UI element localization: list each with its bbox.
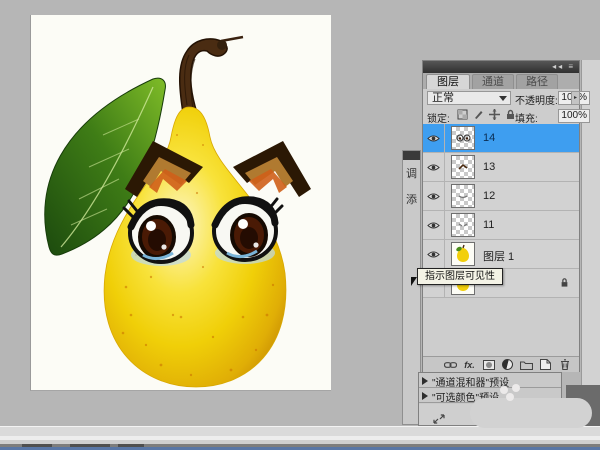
layer-visibility-toggle[interactable]: [423, 211, 445, 239]
layer-thumbnail[interactable]: [451, 126, 475, 150]
dock-tab-add[interactable]: 添: [403, 191, 420, 207]
tab-layers[interactable]: 图层: [426, 74, 470, 89]
dock-tab-adjust[interactable]: 调: [403, 165, 420, 181]
panel-header[interactable]: ◂◂ ≡: [423, 61, 579, 73]
preset-row-channel-mixer[interactable]: "通道混和器"预设: [419, 373, 561, 388]
fill-input[interactable]: 100%: [558, 109, 590, 123]
tooltip: 指示图层可见性: [417, 268, 503, 285]
layers-panel: ◂◂ ≡ 图层 通道 路径 正常 不透明度: 100% ▸ 锁定: 填充:: [422, 60, 580, 372]
switch-panel-view-icon[interactable]: [433, 414, 445, 424]
layer-thumbnail[interactable]: [451, 242, 475, 266]
photoshop-workspace: 调 添 ◂◂ ≡ 图层 通道 路径 正常 不透明度: 100% ▸ 锁定:: [0, 0, 600, 450]
eye-icon: [427, 192, 440, 201]
dock-header: [403, 151, 420, 160]
opacity-label: 不透明度:: [515, 92, 558, 107]
layer-visibility-toggle[interactable]: [423, 182, 445, 210]
eye-icon: [427, 163, 440, 172]
delete-layer-icon[interactable]: [558, 359, 571, 371]
panel-menu-icon[interactable]: ◂◂ ≡: [552, 62, 575, 71]
fill-value: 100%: [561, 110, 587, 121]
layer-style-icon[interactable]: fx.: [463, 359, 476, 371]
tab-paths[interactable]: 路径: [516, 74, 558, 89]
right-eyebrow: [233, 141, 311, 197]
lock-pixels-icon[interactable]: [473, 109, 484, 120]
adjustment-layer-icon[interactable]: [501, 359, 514, 371]
lock-transparency-icon[interactable]: [457, 109, 468, 120]
layer-row-tuceng1[interactable]: 图层 1: [423, 240, 579, 269]
layer-row-12[interactable]: 12: [423, 182, 579, 211]
highlight-blob: [470, 398, 592, 428]
tab-channels[interactable]: 通道: [472, 74, 514, 89]
pear-artwork: [31, 15, 331, 390]
layer-thumbnail[interactable]: [451, 184, 475, 208]
right-eye: [214, 199, 282, 264]
preset-label: "通道混和器"预设: [432, 374, 509, 389]
layer-visibility-toggle[interactable]: [423, 153, 445, 181]
background-lock-icon: [560, 277, 569, 288]
layer-visibility-toggle[interactable]: [423, 124, 445, 152]
layer-name[interactable]: 11: [483, 219, 494, 231]
layer-thumbnail[interactable]: [451, 155, 475, 179]
blend-mode-value: 正常: [432, 92, 454, 104]
layer-name[interactable]: 图层 1: [483, 248, 514, 264]
layer-mask-icon[interactable]: [482, 359, 495, 371]
layer-row-14[interactable]: 14: [423, 124, 579, 153]
layer-name[interactable]: 14: [483, 132, 495, 144]
lock-label: 锁定:: [427, 110, 450, 125]
stem: [180, 37, 243, 113]
layer-group-icon[interactable]: [520, 359, 533, 371]
highlight-dot: [506, 393, 514, 401]
eye-icon: [427, 134, 440, 143]
disclosure-triangle-icon[interactable]: [422, 377, 428, 385]
mouse-cursor: [411, 277, 417, 286]
layer-visibility-toggle[interactable]: [423, 240, 445, 268]
layer-name[interactable]: 12: [483, 190, 495, 202]
layers-panel-buttons: fx.: [423, 356, 579, 372]
lock-row: 锁定: 填充: 100%: [423, 107, 579, 125]
document-canvas[interactable]: [30, 15, 331, 391]
highlight-dot: [512, 384, 520, 392]
blend-options-row: 正常 不透明度: 100% ▸: [423, 89, 579, 107]
link-layers-icon[interactable]: [444, 359, 457, 371]
panel-tab-bar: 图层 通道 路径: [423, 73, 579, 90]
disclosure-triangle-icon[interactable]: [422, 392, 428, 400]
lock-position-icon[interactable]: [489, 109, 500, 120]
layer-row-11[interactable]: 11: [423, 211, 579, 240]
fill-label: 填充:: [515, 110, 538, 125]
layer-name[interactable]: 13: [483, 161, 495, 173]
layer-thumbnail[interactable]: [451, 213, 475, 237]
opacity-spinner[interactable]: ▸: [571, 91, 580, 105]
blend-mode-select[interactable]: 正常: [427, 91, 511, 105]
eye-icon: [427, 250, 440, 259]
eye-icon: [427, 221, 440, 230]
chevron-down-icon: [499, 96, 507, 101]
new-layer-icon[interactable]: [539, 359, 552, 371]
layer-list-empty-space: [423, 298, 579, 356]
layer-row-13[interactable]: 13: [423, 153, 579, 182]
